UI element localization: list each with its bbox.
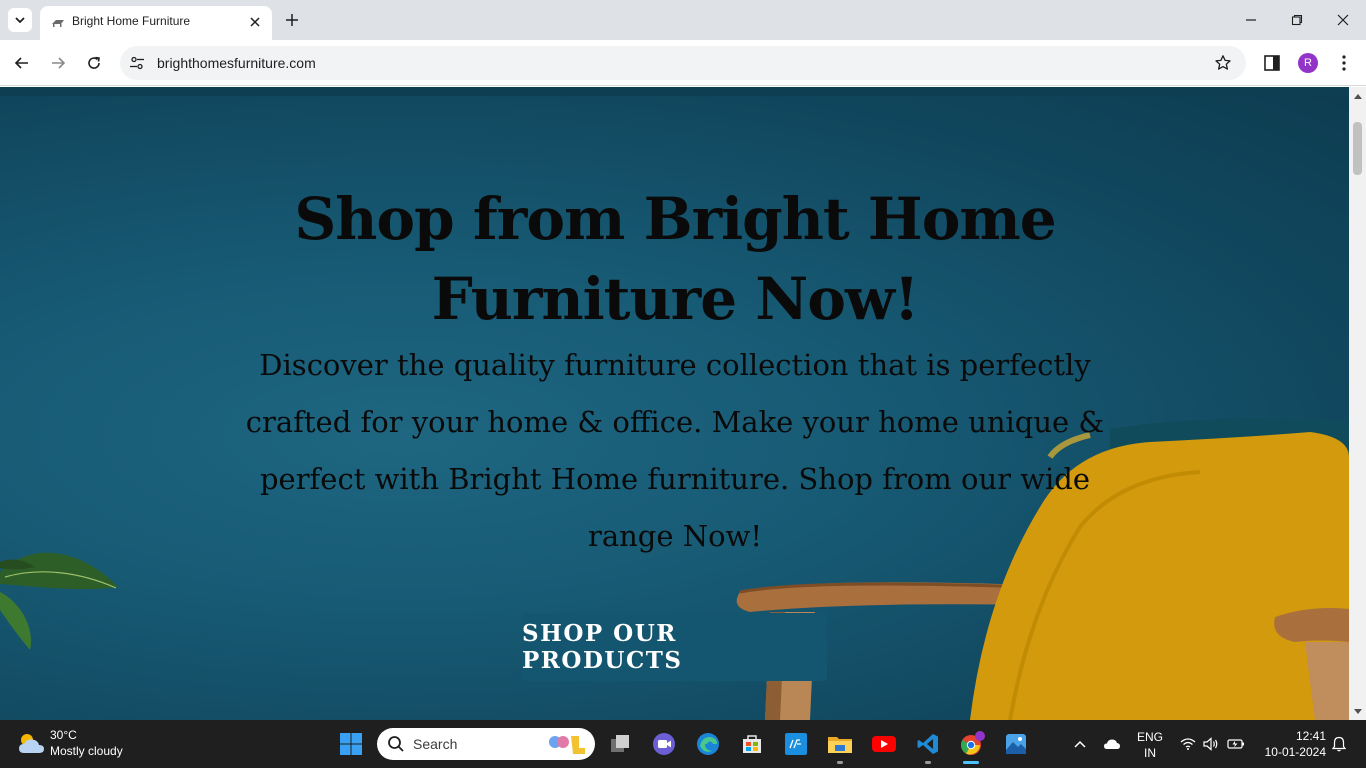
site-settings-icon <box>130 56 144 70</box>
file-explorer-button[interactable] <box>826 730 854 758</box>
taskbar-search-placeholder: Search <box>413 736 458 752</box>
windows-taskbar: 30°C Mostly cloudy Search ENG IN 12:41 1… <box>0 720 1366 768</box>
scrollbar-thumb[interactable] <box>1353 122 1362 175</box>
vscode-icon <box>917 734 938 754</box>
onedrive-button[interactable] <box>1098 730 1126 758</box>
minimize-icon <box>1246 19 1256 21</box>
task-view-icon <box>611 735 629 752</box>
tab-title: Bright Home Furniture <box>72 14 191 28</box>
windows-start-button[interactable] <box>337 730 365 758</box>
clock-date[interactable]: 10-01-2024 <box>1256 745 1326 759</box>
bookmark-star-icon[interactable] <box>1214 54 1232 72</box>
chevron-down-icon <box>15 17 25 24</box>
header-edge <box>0 87 1349 96</box>
store-bag-icon <box>743 735 761 753</box>
kebab-menu-icon <box>1342 55 1346 71</box>
hp-logo-icon <box>785 733 807 755</box>
scroll-up-button[interactable] <box>1349 87 1366 104</box>
bell-icon <box>1332 736 1346 752</box>
page-viewport: Shop from Bright Home Furniture Now! Dis… <box>0 87 1366 720</box>
chrome-icon <box>960 731 985 755</box>
task-view-button[interactable] <box>606 730 634 758</box>
shop-our-products-button[interactable]: SHOP OUR PRODUCTS <box>522 613 827 681</box>
file-explorer-running-indicator <box>837 761 843 764</box>
edge-app-button[interactable] <box>694 730 722 758</box>
taskbar-search-box[interactable]: Search <box>377 728 595 760</box>
restore-icon <box>1291 14 1303 26</box>
url-text: brighthomesfurniture.com <box>157 55 316 71</box>
youtube-icon <box>872 736 896 752</box>
chevron-up-icon <box>1074 740 1086 748</box>
myhp-app-button[interactable] <box>782 730 810 758</box>
chrome-app-button[interactable] <box>958 730 986 758</box>
close-icon <box>250 17 260 27</box>
plus-icon <box>286 14 298 26</box>
hero-title: Shop from Bright Home Furniture Now! <box>275 179 1075 339</box>
video-chat-icon <box>653 733 675 755</box>
back-button[interactable] <box>10 51 34 75</box>
plant-leaves-image <box>0 552 118 650</box>
tab-search-button[interactable] <box>8 8 32 32</box>
youtube-app-button[interactable] <box>870 730 898 758</box>
scroll-down-button[interactable] <box>1349 703 1366 720</box>
close-icon <box>1337 14 1349 26</box>
speaker-icon <box>1203 737 1218 751</box>
input-language[interactable]: ENG <box>1134 730 1166 744</box>
search-icon <box>388 736 404 752</box>
side-panel-icon[interactable] <box>1262 53 1282 73</box>
edge-browser-icon <box>697 733 719 755</box>
reload-icon <box>88 56 100 69</box>
cloud-icon <box>1104 739 1120 749</box>
triangle-up-icon <box>1353 93 1362 99</box>
tab-close-button[interactable] <box>246 13 264 31</box>
minimize-button[interactable] <box>1237 6 1265 34</box>
notifications-button[interactable] <box>1325 730 1353 758</box>
close-window-button[interactable] <box>1329 6 1357 34</box>
hero-section: Shop from Bright Home Furniture Now! Dis… <box>0 87 1349 720</box>
page-scrollbar[interactable] <box>1349 87 1366 720</box>
browser-toolbar: brighthomesfurniture.com R <box>0 40 1366 86</box>
vscode-app-button[interactable] <box>914 730 942 758</box>
hero-description: Discover the quality furniture collectio… <box>245 348 1105 553</box>
input-region[interactable]: IN <box>1134 746 1166 760</box>
browser-menu-button[interactable] <box>1336 52 1352 74</box>
address-bar[interactable]: brighthomesfurniture.com <box>120 46 1246 80</box>
restore-button[interactable] <box>1283 6 1311 34</box>
site-favicon-icon <box>52 20 64 27</box>
reload-button[interactable] <box>82 51 106 75</box>
search-highlight-icon <box>549 736 585 754</box>
arrow-left-icon <box>14 57 28 69</box>
arrow-right-icon <box>52 57 66 69</box>
chrome-active-indicator <box>963 761 979 764</box>
profile-avatar[interactable]: R <box>1298 53 1318 73</box>
battery-charging-icon <box>1227 739 1244 749</box>
partly-cloudy-icon[interactable] <box>16 731 46 757</box>
photos-app-button[interactable] <box>1002 730 1030 758</box>
hero-title-line1: Shop from Bright Home <box>294 185 1056 253</box>
folder-icon <box>828 737 852 753</box>
forward-button[interactable] <box>46 51 70 75</box>
triangle-down-icon <box>1353 708 1362 714</box>
clock-time[interactable]: 12:41 <box>1256 729 1326 743</box>
browser-tab-strip: Bright Home Furniture <box>0 0 1366 40</box>
photos-icon <box>1006 734 1026 754</box>
weather-condition: Mostly cloudy <box>50 744 123 758</box>
microsoft-store-button[interactable] <box>738 730 766 758</box>
volume-button[interactable] <box>1197 730 1225 758</box>
show-hidden-icons-button[interactable] <box>1066 730 1094 758</box>
browser-tab-active[interactable]: Bright Home Furniture <box>40 6 272 40</box>
new-tab-button[interactable] <box>282 10 302 30</box>
meet-app-button[interactable] <box>650 730 678 758</box>
weather-temperature: 30°C <box>50 728 77 742</box>
hero-title-line2: Furniture Now! <box>431 265 920 333</box>
vscode-running-indicator <box>925 761 931 764</box>
battery-button[interactable] <box>1222 730 1250 758</box>
wifi-icon <box>1180 738 1196 750</box>
windows-logo-icon <box>340 733 362 755</box>
